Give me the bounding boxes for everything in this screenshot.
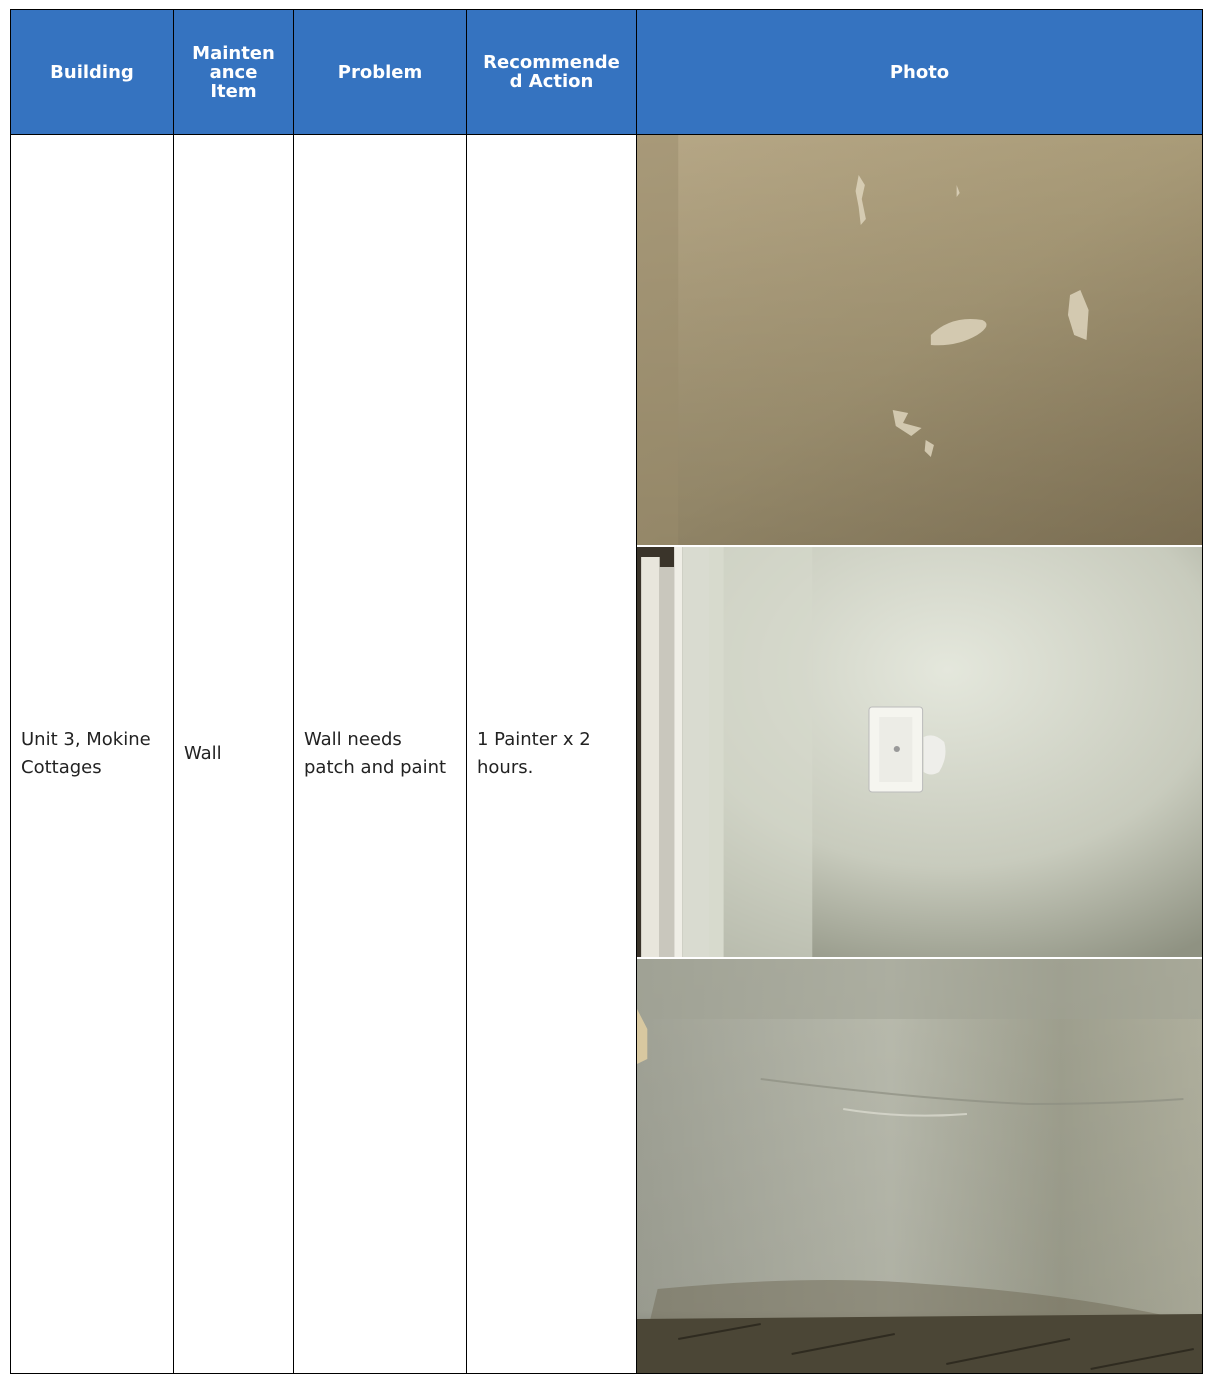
table-header-row: Building Mainten ance Item Problem Recom… (10, 9, 1203, 135)
maintenance-report-table: Building Mainten ance Item Problem Recom… (10, 9, 1203, 1374)
header-photo: Photo (636, 9, 1203, 135)
cell-maintenance-item: Wall (173, 134, 294, 1374)
header-maintenance-item: Mainten ance Item (173, 9, 294, 135)
cell-building: Unit 3, Mokine Cottages (10, 134, 174, 1374)
photo-stack (637, 135, 1202, 1373)
cell-photo (636, 134, 1203, 1374)
cell-problem: Wall needs patch and paint (293, 134, 467, 1374)
header-recommended-action: Recommende d Action (466, 9, 637, 135)
wall-damage-photo (637, 135, 1202, 545)
wall-outlet-image (637, 547, 1202, 957)
header-building: Building (10, 9, 174, 135)
table-row: Unit 3, Mokine Cottages Wall Wall needs … (10, 134, 1203, 1374)
wall-outlet-photo (637, 547, 1202, 957)
wall-scuff-image (637, 959, 1202, 1373)
wall-damage-image (637, 135, 1202, 545)
maintenance-report-table-wrapper: Building Mainten ance Item Problem Recom… (10, 9, 1203, 1374)
wall-scuff-photo (637, 959, 1202, 1373)
cell-recommended-action: 1 Painter x 2 hours. (466, 134, 637, 1374)
header-problem: Problem (293, 9, 467, 135)
